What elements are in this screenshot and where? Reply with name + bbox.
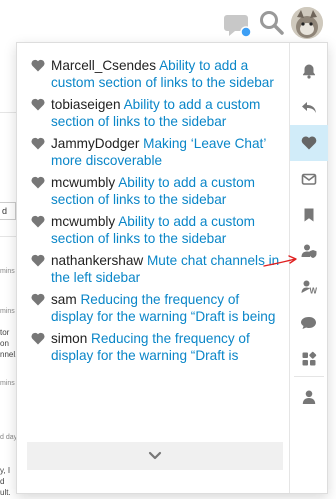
bg-snippet: mins — [0, 380, 15, 387]
heart-icon — [301, 136, 317, 150]
bg-snippet: tor — [0, 328, 10, 337]
envelope-icon — [301, 173, 317, 185]
notification-item[interactable]: tobiaseigen Ability to add a custom sect… — [31, 96, 281, 130]
tab-profile[interactable] — [290, 379, 328, 415]
notification-username: mcwumbly — [51, 175, 116, 190]
bg-divider — [0, 236, 16, 237]
bg-divider — [0, 112, 16, 113]
notification-username: JammyDodger — [51, 136, 140, 151]
notification-text: sam Reducing the frequency of display fo… — [51, 291, 281, 325]
bg-snippet: ult. — [0, 488, 11, 497]
notification-item[interactable]: mcwumbly Ability to add a custom section… — [31, 213, 281, 247]
tab-replies[interactable] — [290, 89, 328, 125]
notification-item[interactable]: simon Reducing the frequency of display … — [31, 330, 281, 364]
wrap-user-icon: W — [301, 280, 318, 296]
chat-bubble-icon — [224, 15, 252, 38]
bg-field: d — [0, 202, 16, 220]
notification-list: Marcell_Csendes Ability to add a custom … — [17, 43, 289, 443]
comment-icon — [301, 317, 316, 329]
user-icon — [302, 390, 316, 404]
search-button[interactable] — [259, 10, 285, 36]
site-header — [0, 0, 336, 42]
grid-icon — [302, 351, 317, 366]
chevron-down-icon — [148, 451, 162, 460]
notification-text: Marcell_Csendes Ability to add a custom … — [51, 57, 281, 91]
notification-text: mcwumbly Ability to add a custom section… — [51, 174, 281, 208]
bg-snippet: nnel. — [0, 350, 18, 359]
notification-item[interactable]: mcwumbly Ability to add a custom section… — [31, 174, 281, 208]
bg-snippet: mins — [0, 308, 15, 315]
notification-username: simon — [51, 331, 88, 346]
show-more-button[interactable] — [27, 442, 283, 470]
notification-item[interactable]: nathankershaw Mute chat channels in the … — [31, 252, 281, 286]
tab-likes[interactable] — [290, 125, 328, 161]
bg-snippet: y, I — [0, 466, 11, 475]
heart-icon — [31, 176, 45, 189]
tab-badges[interactable]: W — [290, 269, 328, 305]
bell-icon — [303, 64, 315, 79]
notification-text: mcwumbly Ability to add a custom section… — [51, 213, 281, 247]
bg-snippet: on — [0, 339, 9, 348]
notification-text: simon Reducing the frequency of display … — [51, 330, 281, 364]
background-page: d mins mins tor on nnel. mins d day y, I… — [0, 42, 18, 499]
reply-icon — [302, 102, 316, 113]
tab-chat[interactable] — [290, 305, 328, 341]
bg-snippet: mins — [0, 268, 15, 275]
user-shield-icon — [301, 244, 317, 258]
notification-username: tobiaseigen — [51, 97, 121, 112]
heart-icon — [31, 254, 45, 267]
heart-icon — [31, 137, 45, 150]
avatar — [291, 7, 323, 39]
notification-topic-link[interactable]: Reducing the frequency of display for th… — [51, 292, 275, 325]
notification-text: JammyDodger Making ‘Leave Chat’ more dis… — [51, 135, 281, 169]
notification-item[interactable]: JammyDodger Making ‘Leave Chat’ more dis… — [31, 135, 281, 169]
tab-bookmarks[interactable] — [290, 197, 328, 233]
tab-messages[interactable] — [290, 161, 328, 197]
heart-icon — [31, 332, 45, 345]
notification-username: sam — [51, 292, 77, 307]
notification-username: mcwumbly — [51, 214, 116, 229]
heart-icon — [31, 293, 45, 306]
chat-button[interactable] — [224, 12, 252, 38]
search-icon — [260, 11, 284, 35]
tab-all-notifications[interactable] — [290, 53, 328, 89]
bookmark-icon — [304, 208, 314, 222]
heart-icon — [31, 59, 45, 72]
annotation-arrow — [263, 255, 297, 267]
notification-text: tobiaseigen Ability to add a custom sect… — [51, 96, 281, 130]
notification-item[interactable]: sam Reducing the frequency of display fo… — [31, 291, 281, 325]
tabs-divider — [294, 376, 324, 377]
heart-icon — [31, 215, 45, 228]
notification-username: Marcell_Csendes — [51, 58, 157, 73]
tab-sidebar[interactable] — [290, 341, 328, 377]
svg-text:W: W — [310, 287, 318, 296]
user-avatar-button[interactable] — [291, 7, 323, 39]
notification-item[interactable]: Marcell_Csendes Ability to add a custom … — [31, 57, 281, 91]
bg-snippet: d day — [0, 434, 18, 441]
heart-icon — [31, 98, 45, 111]
notification-username: nathankershaw — [51, 253, 144, 268]
bg-snippet: d — [0, 477, 5, 486]
notification-text: nathankershaw Mute chat channels in the … — [51, 252, 281, 286]
